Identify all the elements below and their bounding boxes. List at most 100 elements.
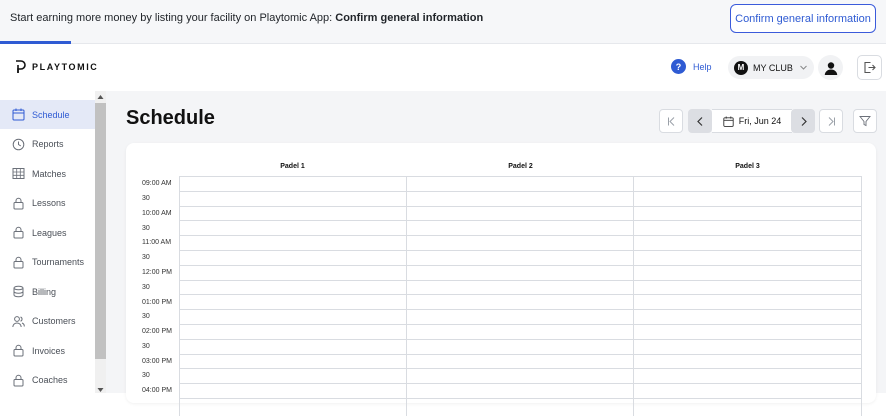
time-slot-label: 30 <box>142 224 150 232</box>
sidebar-item-billing[interactable]: Billing <box>0 277 95 306</box>
schedule-row[interactable] <box>179 340 862 355</box>
sidebar-item-label: Invoices <box>32 345 66 356</box>
time-slot-label: 09:00 AM <box>142 180 172 187</box>
first-day-button[interactable] <box>659 109 683 133</box>
time-slot-label: 02:00 PM <box>142 328 172 335</box>
confirm-general-information-button[interactable]: Confirm general information <box>730 4 876 33</box>
logo-text: PLAYTOMIC <box>32 62 99 72</box>
club-avatar: M <box>734 60 748 75</box>
date-picker[interactable]: Fri, Jun 24 <box>712 109 792 133</box>
chevron-down-icon <box>800 65 807 70</box>
clock-icon <box>12 138 25 150</box>
logout-icon <box>864 61 876 74</box>
time-slot-label: 30 <box>142 195 150 202</box>
main-content: Schedule Fri, Jun 24 Padel 1 Padel 2 Pad… <box>106 91 886 416</box>
playtomic-logo[interactable]: PLAYTOMIC <box>14 60 98 74</box>
filter-button[interactable] <box>853 109 877 133</box>
time-slot-label: 30 <box>142 313 150 320</box>
schedule-row[interactable] <box>179 310 862 325</box>
schedule-card: Padel 1 Padel 2 Padel 3 09:00 AM 30 10:0… <box>126 143 876 416</box>
column-divider <box>179 176 180 416</box>
schedule-row[interactable] <box>179 384 862 399</box>
column-divider <box>633 176 634 416</box>
lock-icon <box>13 256 24 268</box>
sidebar-item-label: Reports <box>32 139 64 149</box>
date-label: Fri, Jun 24 <box>738 116 782 126</box>
time-slot-label: 01:00 PM <box>142 298 172 306</box>
sidebar-scrollbar-thumb[interactable] <box>95 103 106 359</box>
skip-first-icon <box>667 116 674 126</box>
lock-icon <box>13 374 24 386</box>
schedule-row[interactable] <box>179 251 862 266</box>
page-title: Schedule <box>126 107 215 129</box>
help-link[interactable]: ? Help <box>671 59 712 74</box>
sidebar-item-invoices[interactable]: Invoices <box>0 336 95 365</box>
sidebar-item-reports[interactable]: Reports <box>0 130 95 159</box>
time-slot-label: 30 <box>142 254 150 261</box>
sidebar-item-label: Billing <box>32 286 57 297</box>
sidebar-item-label: Tournaments <box>32 257 85 267</box>
scroll-down-arrow-icon[interactable] <box>97 387 104 393</box>
calendar-icon <box>12 108 25 121</box>
user-menu-button[interactable] <box>818 55 843 80</box>
sidebar-item-lessons[interactable]: Lessons <box>0 189 95 218</box>
chevron-right-icon <box>801 116 807 126</box>
sidebar-item-tournaments[interactable]: Tournaments <box>0 248 95 277</box>
grid-icon <box>12 168 25 179</box>
schedule-row[interactable] <box>179 295 862 311</box>
banner-message: Start earning more money by listing your… <box>10 12 483 24</box>
court-header-padel-2: Padel 2 <box>508 163 533 170</box>
sidebar-item-label: Leagues <box>32 227 67 238</box>
schedule-row[interactable] <box>179 236 862 251</box>
setup-banner: Start earning more money by listing your… <box>0 0 886 44</box>
scroll-up-arrow-icon[interactable] <box>97 94 104 100</box>
sidebar-item-label: Schedule <box>32 109 70 120</box>
club-name: MY CLUB <box>753 62 793 73</box>
time-slot-label: 12:00 PM <box>142 269 172 276</box>
previous-day-button[interactable] <box>688 109 712 133</box>
sidebar-item-matches[interactable]: Matches <box>0 159 95 188</box>
schedule-row[interactable] <box>179 325 862 340</box>
lock-icon <box>13 226 24 239</box>
lock-icon <box>13 344 24 357</box>
sidebar-item-label: Matches <box>32 168 67 179</box>
filter-icon <box>859 116 871 127</box>
schedule-row[interactable] <box>179 221 862 237</box>
schedule-row[interactable] <box>179 192 862 207</box>
time-slot-label: 10:00 AM <box>142 209 172 217</box>
logout-button[interactable] <box>857 55 882 80</box>
banner-text: Start earning more money by listing your… <box>10 12 336 24</box>
schedule-row[interactable] <box>179 266 862 281</box>
sidebar-item-label: Lessons <box>32 198 66 208</box>
club-selector[interactable]: M MY CLUB <box>728 56 814 79</box>
playtomic-logo-icon <box>16 60 26 73</box>
schedule-row[interactable] <box>179 281 862 296</box>
schedule-row[interactable] <box>179 207 862 222</box>
coins-icon <box>13 285 24 298</box>
help-label: Help <box>693 61 712 72</box>
schedule-grid[interactable] <box>179 176 862 399</box>
next-day-button[interactable] <box>791 109 815 133</box>
skip-last-icon <box>828 116 835 126</box>
app-header: PLAYTOMIC ? Help M MY CLUB <box>0 44 886 91</box>
schedule-row[interactable] <box>179 177 862 192</box>
time-slot-label: 30 <box>142 283 150 291</box>
sidebar-item-coaches[interactable]: Coaches <box>0 366 95 395</box>
lock-icon <box>13 197 24 209</box>
schedule-row[interactable] <box>179 369 862 385</box>
time-slot-label: 03:00 PM <box>142 357 172 365</box>
time-slot-label: 11:00 AM <box>142 239 172 246</box>
user-avatar-icon <box>824 61 837 75</box>
sidebar-item-label: Customers <box>32 316 76 326</box>
help-icon: ? <box>671 59 686 74</box>
column-divider <box>861 176 862 416</box>
court-header-padel-1: Padel 1 <box>280 163 305 170</box>
court-header-padel-3: Padel 3 <box>735 163 760 170</box>
time-slot-label: 30 <box>142 372 150 379</box>
sidebar-item-schedule[interactable]: Schedule <box>0 100 95 129</box>
banner-text-bold: Confirm general information <box>335 12 484 24</box>
schedule-row[interactable] <box>179 355 862 370</box>
sidebar-item-leagues[interactable]: Leagues <box>0 218 95 247</box>
sidebar-item-customers[interactable]: Customers <box>0 307 95 336</box>
last-day-button[interactable] <box>819 109 843 133</box>
